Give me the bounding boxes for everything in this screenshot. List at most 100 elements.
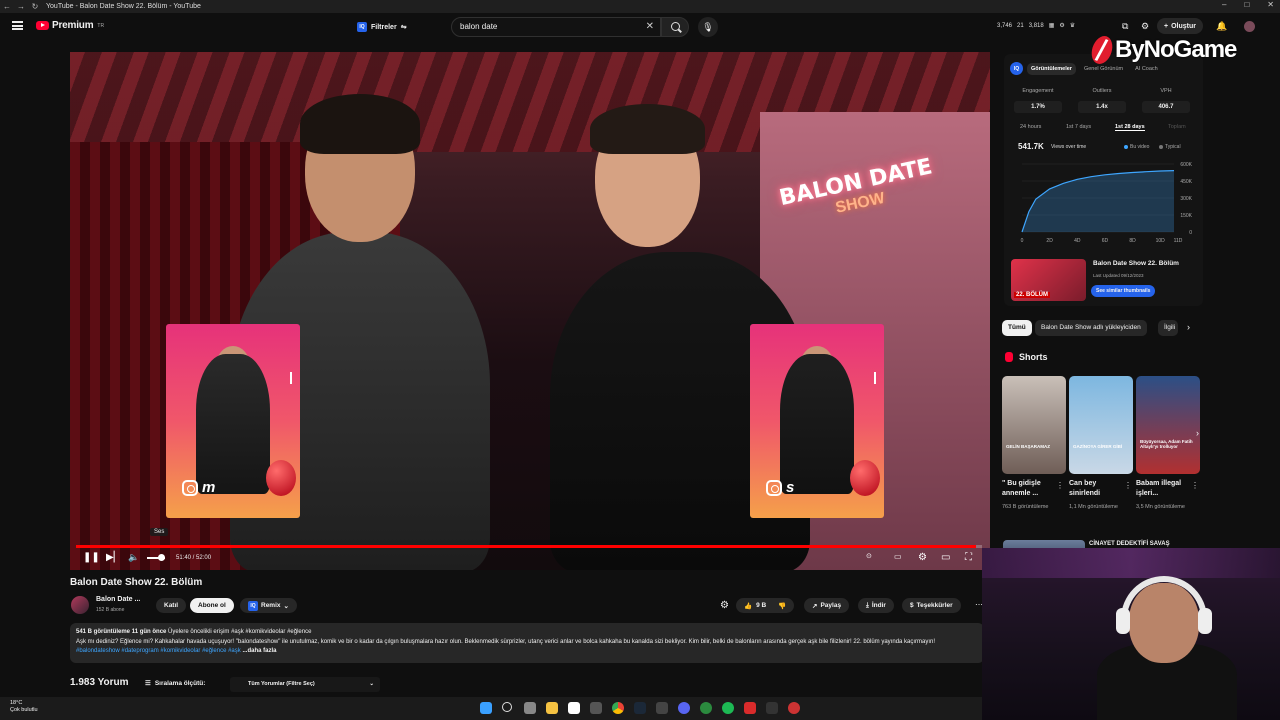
gear-icon[interactable]: ⚙ (1141, 21, 1149, 32)
video-thumbnail[interactable]: 22. BÖLÜM (1011, 259, 1086, 301)
file-explorer-icon[interactable] (546, 702, 558, 714)
comment-filter-select[interactable]: Tüm Yorumlar (Filtre Seç) ⌄ (230, 677, 380, 692)
chart-x-tick: 6D (1102, 238, 1109, 244)
shorts-next-icon[interactable]: › (1196, 428, 1199, 438)
thumbs-down-icon[interactable]: 👎 (778, 602, 786, 610)
channel-avatar[interactable] (71, 596, 89, 614)
next-video-title[interactable]: CİNAYET DEDEKTİFİ SAVAŞ (1089, 541, 1170, 547)
share-icon: ↗ (812, 602, 818, 610)
remix-button[interactable]: IQ Remix ⌄ (240, 598, 297, 613)
chip-uploader[interactable]: Balon Date Show adlı yükleyiciden (1035, 320, 1147, 336)
show-more-link[interactable]: ...daha fazla (242, 648, 276, 654)
shorts-icon (1005, 352, 1013, 362)
theater-mode-icon[interactable]: ▭ (941, 552, 950, 563)
tab-ai-coach[interactable]: AI Coach (1131, 63, 1162, 75)
range-28d[interactable]: 1st 28 days (1115, 124, 1145, 131)
pause-icon[interactable]: ❚❚ (83, 552, 100, 563)
spotify-icon[interactable] (722, 702, 734, 714)
video-progress-bar[interactable] (76, 545, 982, 548)
search-button[interactable] (661, 17, 689, 37)
gear-icon[interactable]: ⚙ (720, 600, 729, 611)
app-icon[interactable] (656, 702, 668, 714)
bell-icon[interactable]: 🔔 (1216, 21, 1227, 32)
search-input[interactable]: balon date ✕ (451, 17, 661, 37)
thanks-button[interactable]: $ Teşekkürler (902, 598, 961, 613)
chevron-right-icon[interactable]: › (1187, 322, 1190, 332)
store-icon[interactable] (568, 702, 580, 714)
host-left-hair (300, 94, 420, 154)
channel-name[interactable]: Balon Date ... (96, 596, 140, 603)
app-icon[interactable] (766, 702, 778, 714)
short-menu-icon-2[interactable]: ⋮ (1124, 481, 1132, 490)
like-button[interactable]: 👍 9 B 👎 (736, 598, 795, 613)
similar-thumbnails-button[interactable]: See similar thumbnails (1091, 285, 1156, 297)
forward-icon[interactable]: → (14, 2, 28, 11)
steam-icon[interactable] (634, 702, 646, 714)
share-button[interactable]: ↗ Paylaş (804, 598, 850, 613)
maximize-icon[interactable]: □ (1244, 0, 1249, 9)
subscribe-button[interactable]: Abone ol (190, 598, 234, 613)
chevron-down-icon: ⌄ (369, 681, 374, 687)
range-24h[interactable]: 24 hours (1020, 124, 1041, 130)
video-player[interactable]: BALON DATE SHOW m s (70, 52, 990, 570)
short-title-3[interactable]: Babam illegal işleri... (1136, 479, 1186, 499)
short-thumbnail-3[interactable]: Büyüyorsaa, Adam Fatih Altaylı'yı trollu… (1136, 376, 1200, 474)
views-metric-dropdown[interactable]: Views over time (1051, 144, 1086, 150)
description-box[interactable]: 541 B görüntüleme 11 gün önce Üyelere ön… (70, 623, 984, 663)
extension-icon[interactable]: ▦ (1049, 22, 1055, 29)
trophy-icon[interactable]: ♛ (1070, 22, 1075, 29)
filters-button[interactable]: IQ Filtreler ⇋ (357, 20, 407, 34)
like-count: 9 B (756, 602, 767, 609)
next-icon[interactable]: ▶▏ (106, 552, 121, 563)
task-view-icon[interactable] (524, 702, 536, 714)
volume-icon[interactable]: 🔈 (128, 552, 139, 563)
chrome-icon[interactable] (612, 702, 624, 714)
autoplay-toggle[interactable]: ⊙ (866, 552, 872, 560)
youtube-logo[interactable]: Premium TR (36, 20, 104, 31)
description-tags[interactable]: #balondateshow #dateprogram #komikvideol… (76, 648, 241, 654)
back-icon[interactable]: ← (0, 2, 14, 11)
close-window-icon[interactable]: ✕ (1267, 0, 1274, 9)
range-7d[interactable]: 1st 7 days (1066, 124, 1091, 130)
short-thumbnail-2[interactable]: GAZİNOYA GİRER GİBİ (1069, 376, 1133, 474)
discord-icon[interactable] (678, 702, 690, 714)
app-icon[interactable] (700, 702, 712, 714)
microphone-icon[interactable]: 🎙 (698, 17, 718, 37)
short-title-1[interactable]: " Bu gidişle annemle ... (1002, 479, 1052, 499)
host-right-hair (590, 104, 705, 154)
volume-knob[interactable] (158, 554, 165, 561)
join-button[interactable]: Katıl (156, 598, 187, 613)
tools-icon[interactable]: ⚙ (1059, 22, 1064, 29)
tab-views[interactable]: Görüntülemeler (1027, 62, 1076, 75)
search-icon[interactable] (502, 702, 512, 712)
browser-tab-title[interactable]: YouTube - Balon Date Show 22. Bölüm - Yo… (46, 3, 201, 10)
minimize-icon[interactable]: – (1222, 0, 1226, 9)
clear-search-icon[interactable]: ✕ (646, 18, 654, 36)
obs-icon[interactable] (744, 702, 756, 714)
avatar[interactable] (1244, 21, 1255, 32)
screen-icon[interactable]: ⧉ (1122, 21, 1128, 32)
tab-overview[interactable]: Genel Görünüm (1080, 63, 1127, 75)
short-title-2[interactable]: Can bey sinirlendi (1069, 479, 1119, 499)
short-menu-icon-3[interactable]: ⋮ (1191, 481, 1199, 490)
download-button[interactable]: ⤓ İndir (858, 598, 894, 613)
settings-icon[interactable]: ⚙ (918, 552, 927, 563)
short-menu-icon-1[interactable]: ⋮ (1056, 481, 1064, 490)
create-button[interactable]: + Oluştur (1157, 18, 1203, 34)
fullscreen-icon[interactable]: ⛶ (965, 552, 972, 563)
subtitles-icon[interactable]: ▭ (894, 552, 902, 561)
chip-all[interactable]: Tümü (1002, 320, 1032, 336)
menu-icon[interactable] (12, 21, 23, 30)
reload-icon[interactable]: ↻ (28, 2, 42, 11)
chip-related[interactable]: İlgili (1158, 320, 1178, 336)
join-label: Katıl (164, 602, 179, 609)
short-thumbnail-1[interactable]: GELİN BAŞARAMAZ (1002, 376, 1066, 474)
app-icon[interactable] (788, 702, 800, 714)
sort-button[interactable]: ☰ Sıralama ölçütü: (145, 679, 205, 688)
weather-widget[interactable]: 18°C Çok bulutlu (10, 700, 38, 714)
upload-age: 11 gün önce (131, 629, 167, 635)
windows-start-icon[interactable] (480, 702, 492, 714)
range-total[interactable]: Toplam (1168, 124, 1186, 130)
app-icon[interactable] (590, 702, 602, 714)
weather-temp: 18°C (10, 700, 23, 706)
